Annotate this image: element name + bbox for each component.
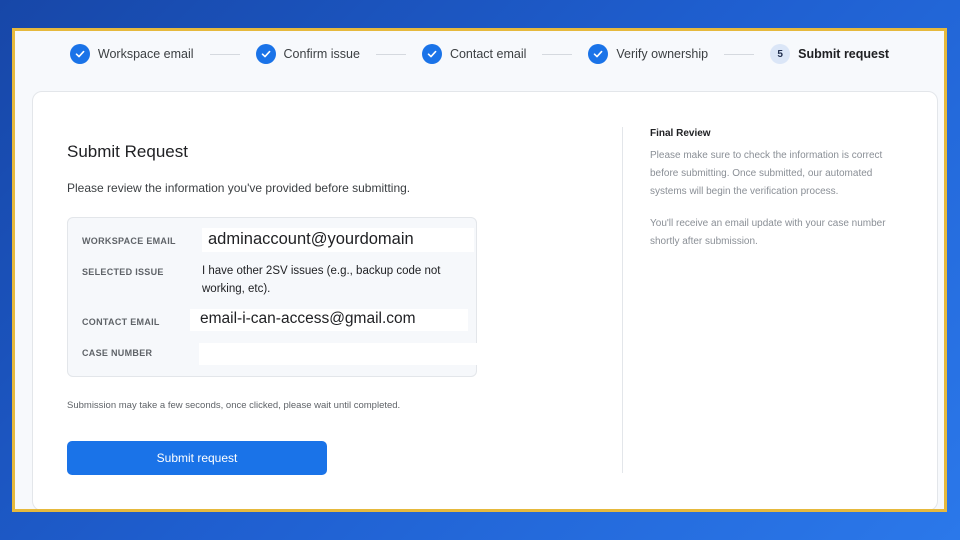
check-icon xyxy=(255,44,276,64)
step-connector xyxy=(209,53,240,55)
check-icon xyxy=(69,44,90,64)
check-icon xyxy=(588,44,609,64)
review-label: WORKSPACE EMAIL xyxy=(82,236,176,246)
step-label-current: Submit request xyxy=(798,47,890,61)
final-review-paragraph: You'll receive an email update with your… xyxy=(650,218,886,247)
page-subtitle: Please review the information you've pro… xyxy=(67,181,411,195)
final-review-title: Final Review xyxy=(650,128,711,139)
step-submit-request: 5 Submit request xyxy=(770,44,889,64)
contact-email-value: email-i-can-access@gmail.com xyxy=(190,309,468,331)
window-frame: Workspace email Confirm issue Contact em… xyxy=(12,28,947,512)
review-row-case-number: CASE NUMBER xyxy=(68,343,477,365)
section-divider xyxy=(622,127,623,473)
review-label: CONTACT EMAIL xyxy=(82,317,160,327)
final-review-paragraph: Please make sure to check the informatio… xyxy=(650,150,883,197)
case-number-value xyxy=(199,343,477,365)
main-card: Submit Request Please review the informa… xyxy=(32,91,938,509)
submission-note: Submission may take a few seconds, once … xyxy=(67,400,401,411)
review-row-workspace-email: WORKSPACE EMAIL adminaccount@yourdomain xyxy=(68,228,476,254)
step-label: Verify ownership xyxy=(616,47,709,61)
step-number-badge: 5 xyxy=(770,44,791,64)
step-connector xyxy=(724,53,755,55)
final-review-panel: Final Review Please make sure to check t… xyxy=(650,128,890,251)
submit-request-button[interactable]: Submit request xyxy=(67,441,327,475)
selected-issue-value: I have other 2SV issues (e.g., backup co… xyxy=(202,265,441,295)
step-confirm-issue[interactable]: Confirm issue xyxy=(255,44,360,64)
review-row-selected-issue: SELECTED ISSUE I have other 2SV issues (… xyxy=(68,262,476,302)
workspace-email-value: adminaccount@yourdomain xyxy=(202,228,474,252)
step-label: Workspace email xyxy=(97,47,194,61)
review-row-contact-email: CONTACT EMAIL email-i-can-access@gmail.c… xyxy=(68,309,476,331)
step-verify-ownership[interactable]: Verify ownership xyxy=(588,44,708,64)
step-label: Contact email xyxy=(449,47,527,61)
step-connector xyxy=(542,53,573,55)
review-label: CASE NUMBER xyxy=(82,348,153,358)
step-connector xyxy=(375,53,406,55)
review-label: SELECTED ISSUE xyxy=(82,267,164,277)
page-title: Submit Request xyxy=(67,142,188,161)
step-label: Confirm issue xyxy=(283,47,360,61)
review-section: Submit Request Please review the informa… xyxy=(67,92,627,509)
progress-stepper: Workspace email Confirm issue Contact em… xyxy=(15,31,944,77)
step-workspace-email[interactable]: Workspace email xyxy=(69,44,194,64)
check-icon xyxy=(421,44,442,64)
step-contact-email[interactable]: Contact email xyxy=(421,44,527,64)
review-summary-box: WORKSPACE EMAIL adminaccount@yourdomain … xyxy=(67,217,477,377)
